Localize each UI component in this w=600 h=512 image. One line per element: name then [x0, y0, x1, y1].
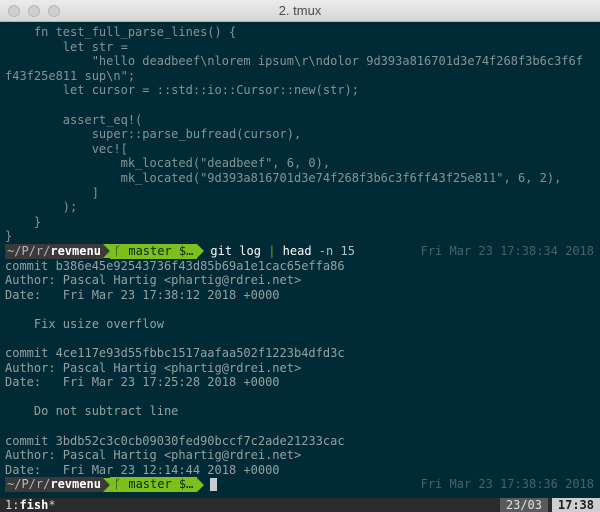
log-line: commit 3bdb52c3c0cb09030fed90bccf7c2ade2… [5, 433, 345, 448]
entered-command: git log | head -n 15 [210, 244, 355, 259]
log-line: commit 4ce117e93d55fbbc1517aafaa502f1223… [5, 346, 345, 361]
command-keyword: git [210, 243, 233, 258]
tmux-window-name: fish [19, 498, 49, 512]
tmux-window-tab[interactable]: 1:fish* [5, 498, 56, 512]
code-line: ] [5, 185, 99, 200]
code-line: mk_located("9d393a816701d3e74f268f3b6c3f… [5, 170, 562, 185]
command-flag: -n 15 [318, 243, 355, 258]
powerline-separator-icon [197, 477, 205, 492]
code-line: fn test_full_parse_lines() { [5, 25, 237, 39]
prompt-path-segment: ~/P/r/revmenu [5, 477, 103, 492]
fish-prompt-active[interactable]: ~/P/r/revmenu ᚴ master $… Fri Mar 23 17:3… [5, 477, 600, 492]
prompt-right-timestamp: Fri Mar 23 17:38:36 2018 [420, 477, 594, 492]
text-cursor [210, 478, 218, 492]
code-line: } [5, 214, 42, 229]
tmux-status-time: 17:38 [551, 498, 600, 512]
window-title: 2. tmux [278, 3, 322, 18]
code-line: } [5, 229, 13, 244]
log-line: Author: Pascal Hartig <phartig@rdrei.net… [5, 273, 302, 288]
code-line: "hello deadbeef\nlorem ipsum\r\ndolor 9d… [5, 54, 583, 69]
terminal-area[interactable]: fn test_full_parse_lines() { let str = "… [0, 22, 600, 498]
log-line: Date: Fri Mar 23 17:38:12 2018 +0000 [5, 287, 280, 302]
tmux-status-bar: 1:fish* 23/03 17:38 [0, 498, 600, 512]
log-line: Date: Fri Mar 23 12:14:44 2018 +0000 [5, 462, 280, 477]
log-line: Fix usize overflow [5, 316, 164, 331]
prompt-path-prefix: ~/P/r/ [7, 243, 51, 258]
tmux-status-date: 23/03 [499, 498, 548, 512]
log-line: commit b386e45e92543736f43d85b69a1e1cac6… [5, 258, 345, 273]
title-bar[interactable]: 2. tmux [0, 0, 600, 22]
fish-prompt: ~/P/r/revmenu ᚴ master $… git log | head … [5, 243, 600, 259]
code-line: let cursor = ::std::io::Cursor::new(str)… [5, 83, 360, 98]
log-line: Author: Pascal Hartig <phartig@rdrei.net… [5, 448, 302, 463]
top-pane-code[interactable]: fn test_full_parse_lines() { let str = "… [5, 25, 600, 244]
code-line: mk_located("deadbeef", 6, 0), [5, 156, 331, 171]
command-args: log [232, 243, 269, 258]
powerline-separator-icon [102, 477, 110, 492]
powerline-separator-icon [102, 244, 110, 259]
git-log-output[interactable]: commit b386e45e92543736f43d85b69a1e1cac6… [5, 259, 600, 478]
command-args: head [275, 243, 319, 258]
terminal-window: 2. tmux fn test_full_parse_lines() { let… [0, 0, 600, 512]
code-line: assert_eq!( [5, 112, 143, 127]
code-line: super::parse_bufread(cursor), [5, 127, 302, 142]
powerline-separator-icon [197, 244, 205, 259]
prompt-right-timestamp: Fri Mar 23 17:38:34 2018 [420, 243, 594, 258]
log-line: Do not subtract line [5, 404, 179, 419]
code-line: let str = [5, 39, 128, 54]
prompt-git-segment: ᚴ master $… [109, 477, 198, 492]
code-line: vec![ [5, 141, 128, 156]
tmux-active-marker: * [48, 498, 56, 512]
prompt-git-segment: ᚴ master $… [109, 243, 198, 259]
prompt-path-dir: revmenu [50, 243, 101, 258]
code-line: ); [5, 200, 78, 215]
log-line: Date: Fri Mar 23 17:25:28 2018 +0000 [5, 375, 280, 390]
prompt-path-dir: revmenu [50, 477, 101, 492]
tmux-window-index: 1: [5, 498, 20, 512]
code-line: f43f25e811 sup\n"; [5, 68, 136, 83]
prompt-path-segment: ~/P/r/revmenu [5, 243, 103, 259]
prompt-path-prefix: ~/P/r/ [7, 477, 51, 492]
log-line: Author: Pascal Hartig <phartig@rdrei.net… [5, 360, 302, 375]
